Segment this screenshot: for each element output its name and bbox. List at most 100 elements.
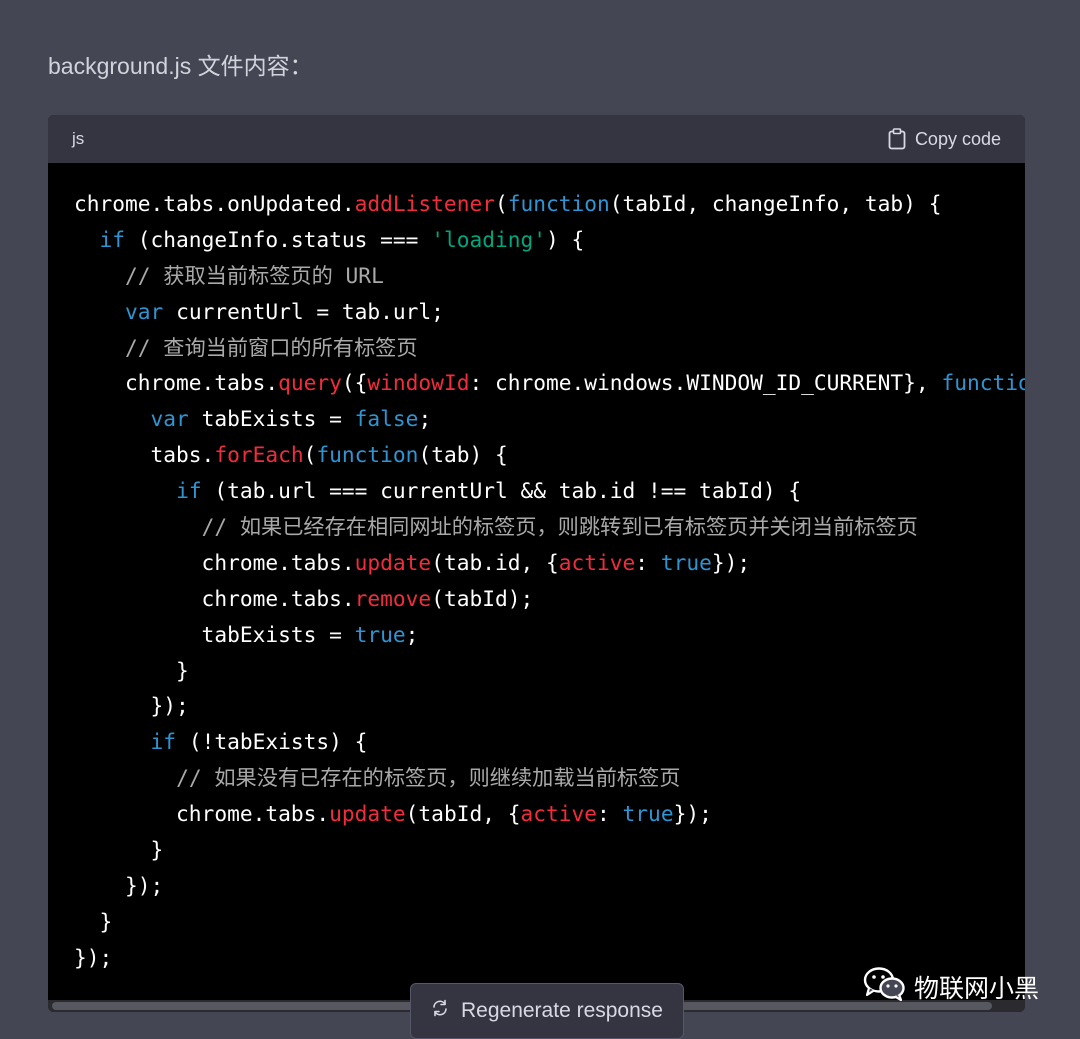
code-token-keyword: true [622,801,674,827]
code-token-function: update [329,801,406,827]
code-token: chrome.tabs. [74,370,279,396]
code-token: chrome.tabs. [74,549,355,575]
code-line: chrome.tabs.update(tab.id, {active: true… [74,545,1025,581]
code-token: chrome.tabs. [74,585,355,611]
code-line: } [74,653,1025,689]
copy-code-label: Copy code [914,128,1001,149]
code-token: chrome.tabs.onUpdated. [74,191,355,216]
code-line: var tabExists = false; [74,401,1025,437]
code-token-function: forEach [214,442,304,468]
code-token: }); [74,693,189,719]
code-token-comment: // 如果已经存在相同网址的标签页，则跳转到已有标签页并关闭当前标签页 [201,514,918,540]
code-token-function: query [278,370,342,396]
code-token: (tabId); [431,585,534,611]
code-line: tabExists = true; [74,617,1025,653]
code-token: currentUrl = tab.url; [163,298,444,324]
code-line: chrome.tabs.remove(tabId); [74,581,1025,617]
code-line: }); [74,868,1025,904]
code-token: (tabId, { [405,801,521,827]
code-token: : [597,801,623,827]
code-token-function: update [354,549,432,575]
code-token: }); [74,944,113,970]
code-line: chrome.tabs.query({windowId: chrome.wind… [74,365,1025,401]
code-line: if (!tabExists) { [74,724,1025,760]
code-token: (tab.url === currentUrl && tab.id !== ta… [201,478,802,504]
code-token: }); [711,549,751,575]
code-token-keyword: false [354,406,419,432]
code-token: } [74,837,164,863]
code-block-header: js Copy code [48,115,1025,163]
code-token-keyword: function [316,442,419,468]
code-token: }); [74,872,164,898]
code-token: tabExists = [74,621,355,647]
code-token-keyword: if [150,729,177,755]
code-language-label: js [72,129,85,148]
code-token: ; [405,621,419,647]
code-line: } [74,904,1025,940]
code-token-function: remove [354,585,432,611]
code-line: // 如果没有已存在的标签页，则继续加载当前标签页 [74,760,1025,796]
code-line: if (tab.url === currentUrl && tab.id !==… [74,473,1025,509]
code-token-keyword: var [125,298,164,324]
code-line: // 获取当前标签页的 URL [74,258,1025,294]
code-token: ( [303,442,317,468]
code-token-comment: // 查询当前窗口的所有标签页 [125,334,418,360]
code-token-comment: // 获取当前标签页的 URL [125,262,384,288]
code-token-keyword: true [354,621,406,647]
code-token: : [635,549,661,575]
code-line: // 查询当前窗口的所有标签页 [74,330,1025,366]
message-heading: background.js 文件内容： [48,53,313,79]
code-token: chrome.tabs. [74,801,330,827]
code-token: tabs. [74,442,215,468]
refresh-icon [431,999,449,1023]
code-token: ( [494,191,508,216]
wechat-icon [862,966,906,1008]
code-block: js Copy code chrome.tabs.onUpdated.addLi… [48,115,1025,1012]
code-token-keyword: function [941,370,1025,396]
code-token-keyword: if [176,478,202,504]
code-token: } [74,908,113,934]
code-token: tabExists = [188,406,355,432]
regenerate-response-button[interactable]: Regenerate response [410,983,684,1039]
code-token: : chrome.windows.WINDOW_ID_CURRENT}, [469,370,942,396]
code-token-string: 'loading' [431,226,546,252]
clipboard-icon [888,128,906,150]
code-content: chrome.tabs.onUpdated.addListener(functi… [48,163,1025,976]
code-line: } [74,832,1025,868]
code-token: (tabId, changeInfo, tab) { [609,191,942,216]
code-token-keyword: if [99,226,126,252]
code-line: tabs.forEach(function(tab) { [74,437,1025,473]
code-token: } [74,657,189,683]
code-token: ({ [341,370,368,396]
regenerate-response-label: Regenerate response [461,999,663,1022]
code-token: ) { [546,226,585,252]
code-token: (tab) { [418,442,508,468]
watermark-text: 物联网小黑 [914,974,1040,1003]
code-token-comment: // 如果没有已存在的标签页，则继续加载当前标签页 [176,765,681,791]
code-token: (tab.id, { [431,549,559,575]
code-token-function: windowId [367,370,470,396]
code-line: chrome.tabs.onUpdated.addListener(functi… [74,186,1025,222]
code-token-keyword: var [150,406,189,432]
copy-code-button[interactable]: Copy code [888,128,1001,150]
code-token-function: addListener [354,191,495,216]
code-token: (changeInfo.status === [125,226,432,252]
code-token: ; [418,406,432,432]
code-token: }); [673,801,712,827]
code-line: // 如果已经存在相同网址的标签页，则跳转到已有标签页并关闭当前标签页 [74,509,1025,545]
code-line: chrome.tabs.update(tabId, {active: true}… [74,796,1025,832]
code-token: (!tabExists) { [176,729,368,755]
watermark: 物联网小黑 [862,966,1039,1008]
code-line: if (changeInfo.status === 'loading') { [74,222,1025,258]
code-token-keyword: true [660,549,712,575]
code-line: }); [74,688,1025,724]
code-token-function: active [558,549,636,575]
